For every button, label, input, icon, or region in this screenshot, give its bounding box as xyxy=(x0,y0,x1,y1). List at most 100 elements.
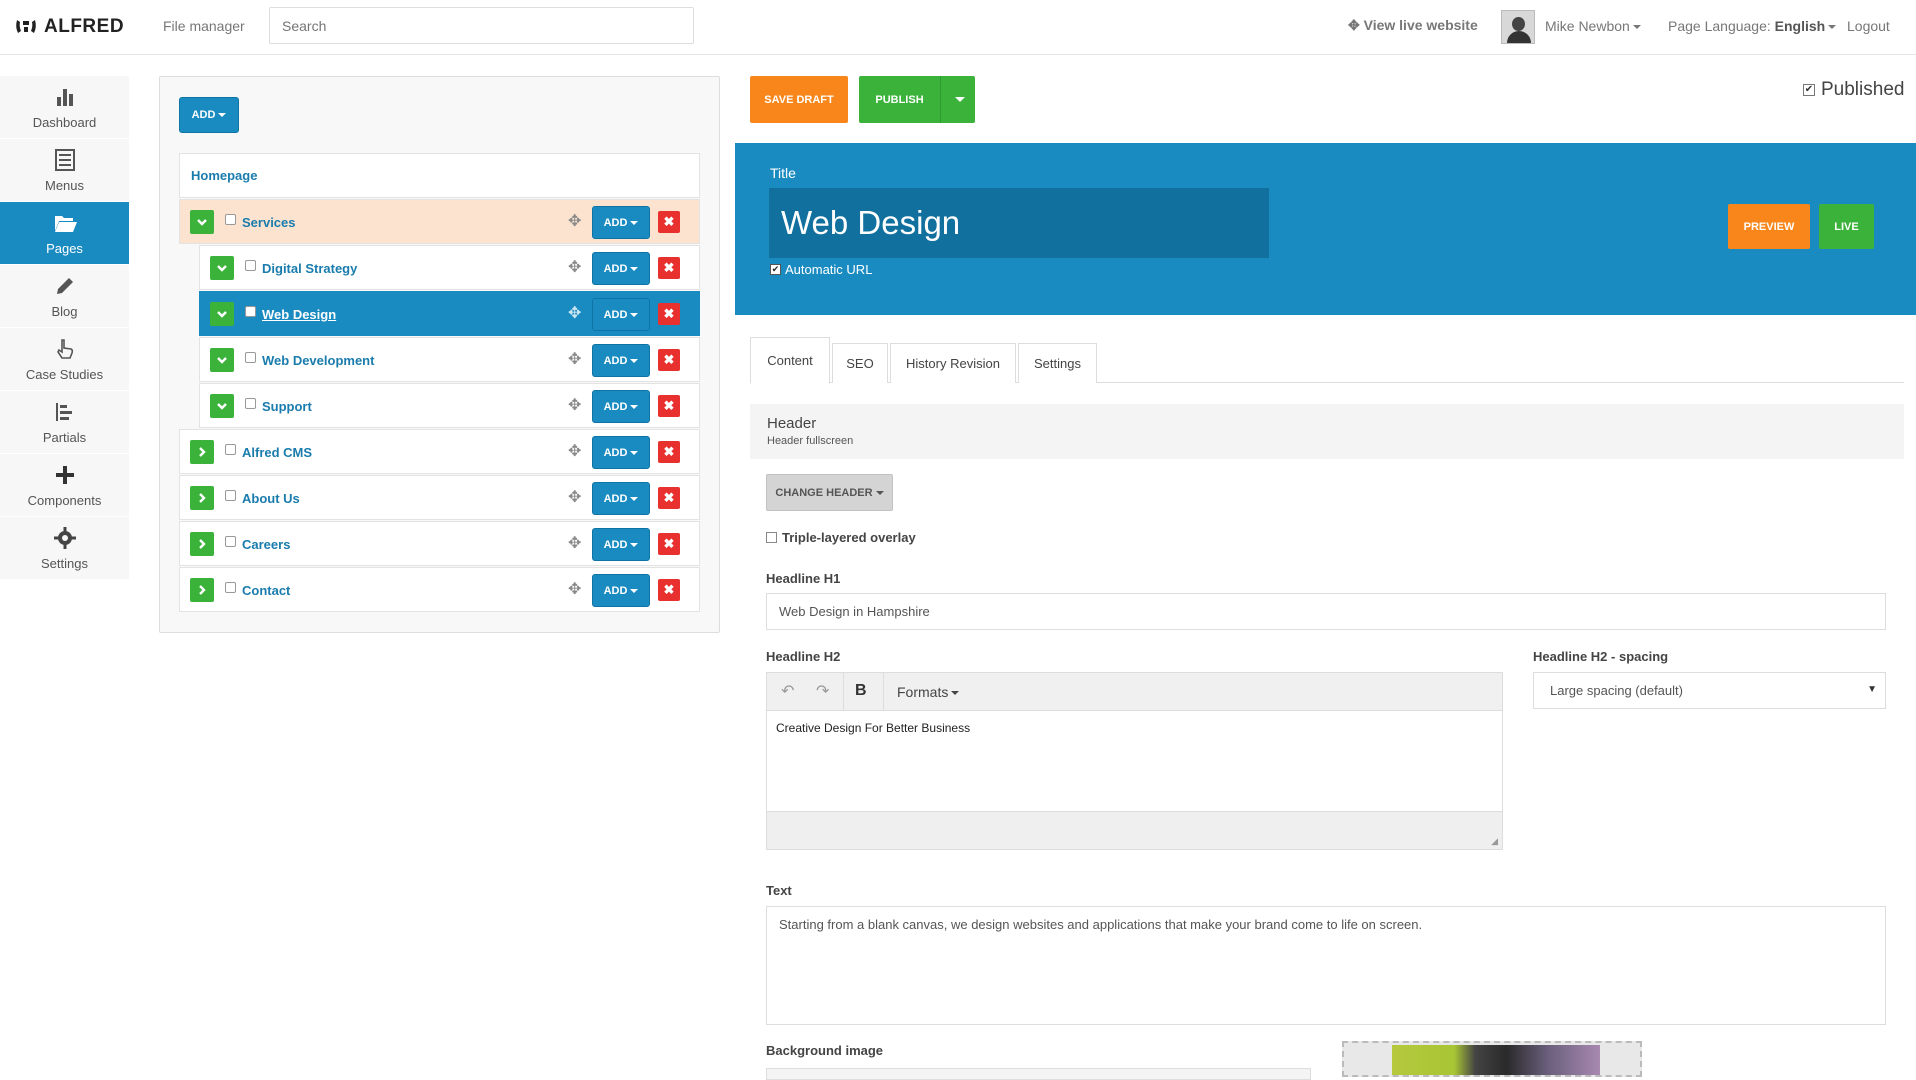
tree-row-label[interactable]: Homepage xyxy=(191,168,257,183)
tree-row-checkbox[interactable] xyxy=(225,536,236,547)
tab-content[interactable]: Content xyxy=(750,337,830,384)
search-input[interactable] xyxy=(269,7,694,44)
change-header-button[interactable]: CHANGE HEADER xyxy=(766,474,893,511)
logo[interactable]: ALFRED xyxy=(14,16,124,38)
publish-dropdown-toggle[interactable] xyxy=(940,76,975,123)
add-page-button[interactable]: ADD xyxy=(179,97,239,133)
drag-handle-icon[interactable]: ✥ xyxy=(568,579,581,599)
automatic-url-toggle[interactable]: ✔ Automatic URL xyxy=(770,262,872,277)
avatar[interactable] xyxy=(1501,10,1535,44)
delete-icon[interactable]: ✖ xyxy=(658,395,680,417)
language-menu[interactable]: Page Language: English xyxy=(1668,18,1837,34)
sidebar-item-blog[interactable]: Blog xyxy=(0,265,129,328)
delete-icon[interactable]: ✖ xyxy=(658,303,680,325)
delete-icon[interactable]: ✖ xyxy=(658,487,680,509)
headline-h2-spacing-select[interactable]: Large spacing (default) ▼ xyxy=(1533,672,1886,709)
chevron-down-icon[interactable] xyxy=(190,210,214,234)
background-image-thumbnail[interactable] xyxy=(1342,1041,1642,1077)
delete-icon[interactable]: ✖ xyxy=(658,579,680,601)
add-child-button[interactable]: ADD xyxy=(592,206,650,239)
add-child-button[interactable]: ADD xyxy=(592,344,650,377)
undo-icon[interactable]: ↶ xyxy=(781,681,794,701)
add-child-button[interactable]: ADD xyxy=(592,482,650,515)
background-image-field[interactable] xyxy=(766,1068,1311,1080)
tree-row-checkbox[interactable] xyxy=(225,490,236,501)
chevron-down-icon[interactable] xyxy=(210,302,234,326)
automatic-url-checkbox[interactable]: ✔ xyxy=(770,264,781,275)
tree-row-label[interactable]: Web Design xyxy=(262,307,336,322)
tree-row[interactable]: Web Development ✥ ADD ✖ xyxy=(199,337,700,382)
view-live-website-link[interactable]: ✥ View live website xyxy=(1348,17,1478,34)
redo-icon[interactable]: ↷ xyxy=(816,681,829,701)
delete-icon[interactable]: ✖ xyxy=(658,533,680,555)
tree-row[interactable]: Alfred CMS ✥ ADD ✖ xyxy=(179,429,700,474)
live-button[interactable]: LIVE xyxy=(1819,204,1874,249)
tree-row[interactable]: About Us ✥ ADD ✖ xyxy=(179,475,700,520)
tree-row-checkbox[interactable] xyxy=(245,352,256,363)
chevron-right-icon[interactable] xyxy=(190,578,214,602)
tree-row[interactable]: Support ✥ ADD ✖ xyxy=(199,383,700,428)
file-manager-link[interactable]: File manager xyxy=(163,18,245,34)
tree-row[interactable]: Careers ✥ ADD ✖ xyxy=(179,521,700,566)
tree-row-checkbox[interactable] xyxy=(245,398,256,409)
drag-handle-icon[interactable]: ✥ xyxy=(568,487,581,507)
tree-row-label[interactable]: Careers xyxy=(242,537,290,552)
formats-dropdown[interactable]: Formats xyxy=(897,684,960,700)
delete-icon[interactable]: ✖ xyxy=(658,441,680,463)
chevron-right-icon[interactable] xyxy=(190,440,214,464)
sidebar-item-settings[interactable]: Settings xyxy=(0,517,129,580)
logout-link[interactable]: Logout xyxy=(1847,18,1890,34)
tab-settings[interactable]: Settings xyxy=(1018,343,1097,383)
headline-h2-content[interactable]: Creative Design For Better Business xyxy=(776,721,970,735)
tree-row-label[interactable]: Digital Strategy xyxy=(262,261,357,276)
tree-row-homepage[interactable]: Homepage xyxy=(179,153,700,198)
chevron-down-icon[interactable] xyxy=(210,348,234,372)
tree-row-label[interactable]: Services xyxy=(242,215,296,230)
resize-handle-icon[interactable]: ◢ xyxy=(1491,836,1498,847)
add-child-button[interactable]: ADD xyxy=(592,390,650,423)
tree-row-checkbox[interactable] xyxy=(225,582,236,593)
tree-row-label[interactable]: Contact xyxy=(242,583,290,598)
add-child-button[interactable]: ADD xyxy=(592,298,650,331)
published-toggle[interactable]: ✔ Published xyxy=(1803,79,1904,101)
triple-overlay-checkbox[interactable] xyxy=(766,532,777,543)
chevron-down-icon[interactable] xyxy=(210,394,234,418)
sidebar-item-pages[interactable]: Pages xyxy=(0,202,129,265)
tab-history-revision[interactable]: History Revision xyxy=(890,343,1016,383)
sidebar-item-components[interactable]: Components xyxy=(0,454,129,517)
tree-row-label[interactable]: Web Development xyxy=(262,353,374,368)
headline-h1-input[interactable]: Web Design in Hampshire xyxy=(766,593,1886,630)
sidebar-item-partials[interactable]: Partials xyxy=(0,391,129,454)
drag-handle-icon[interactable]: ✥ xyxy=(568,211,581,231)
add-child-button[interactable]: ADD xyxy=(592,574,650,607)
drag-handle-icon[interactable]: ✥ xyxy=(568,533,581,553)
save-draft-button[interactable]: SAVE DRAFT xyxy=(750,76,848,123)
tree-row-label[interactable]: Alfred CMS xyxy=(242,445,312,460)
add-child-button[interactable]: ADD xyxy=(592,528,650,561)
sidebar-item-case-studies[interactable]: Case Studies xyxy=(0,328,129,391)
chevron-down-icon[interactable] xyxy=(210,256,234,280)
published-checkbox[interactable]: ✔ xyxy=(1803,84,1815,96)
tab-seo[interactable]: SEO xyxy=(832,343,888,383)
triple-overlay-toggle[interactable]: Triple-layered overlay xyxy=(766,530,916,545)
drag-handle-icon[interactable]: ✥ xyxy=(568,349,581,369)
chevron-right-icon[interactable] xyxy=(190,486,214,510)
bold-button[interactable]: B xyxy=(855,682,867,700)
tree-row-label[interactable]: About Us xyxy=(242,491,300,506)
delete-icon[interactable]: ✖ xyxy=(658,257,680,279)
drag-handle-icon[interactable]: ✥ xyxy=(568,257,581,277)
title-input[interactable]: Web Design xyxy=(769,188,1269,258)
user-menu[interactable]: Mike Newbon xyxy=(1545,18,1641,34)
tree-row-checkbox[interactable] xyxy=(225,214,236,225)
drag-handle-icon[interactable]: ✥ xyxy=(568,395,581,415)
tree-row-label[interactable]: Support xyxy=(262,399,312,414)
tree-row[interactable]: Contact ✥ ADD ✖ xyxy=(179,567,700,612)
tree-row[interactable]: Web Design ✥ ADD ✖ xyxy=(199,291,700,336)
add-child-button[interactable]: ADD xyxy=(592,252,650,285)
publish-button[interactable]: PUBLISH xyxy=(859,76,940,123)
delete-icon[interactable]: ✖ xyxy=(658,211,680,233)
sidebar-item-dashboard[interactable]: Dashboard xyxy=(0,76,129,139)
sidebar-item-menus[interactable]: Menus xyxy=(0,139,129,202)
preview-button[interactable]: PREVIEW xyxy=(1728,204,1810,249)
text-textarea[interactable]: Starting from a blank canvas, we design … xyxy=(766,906,1886,1025)
